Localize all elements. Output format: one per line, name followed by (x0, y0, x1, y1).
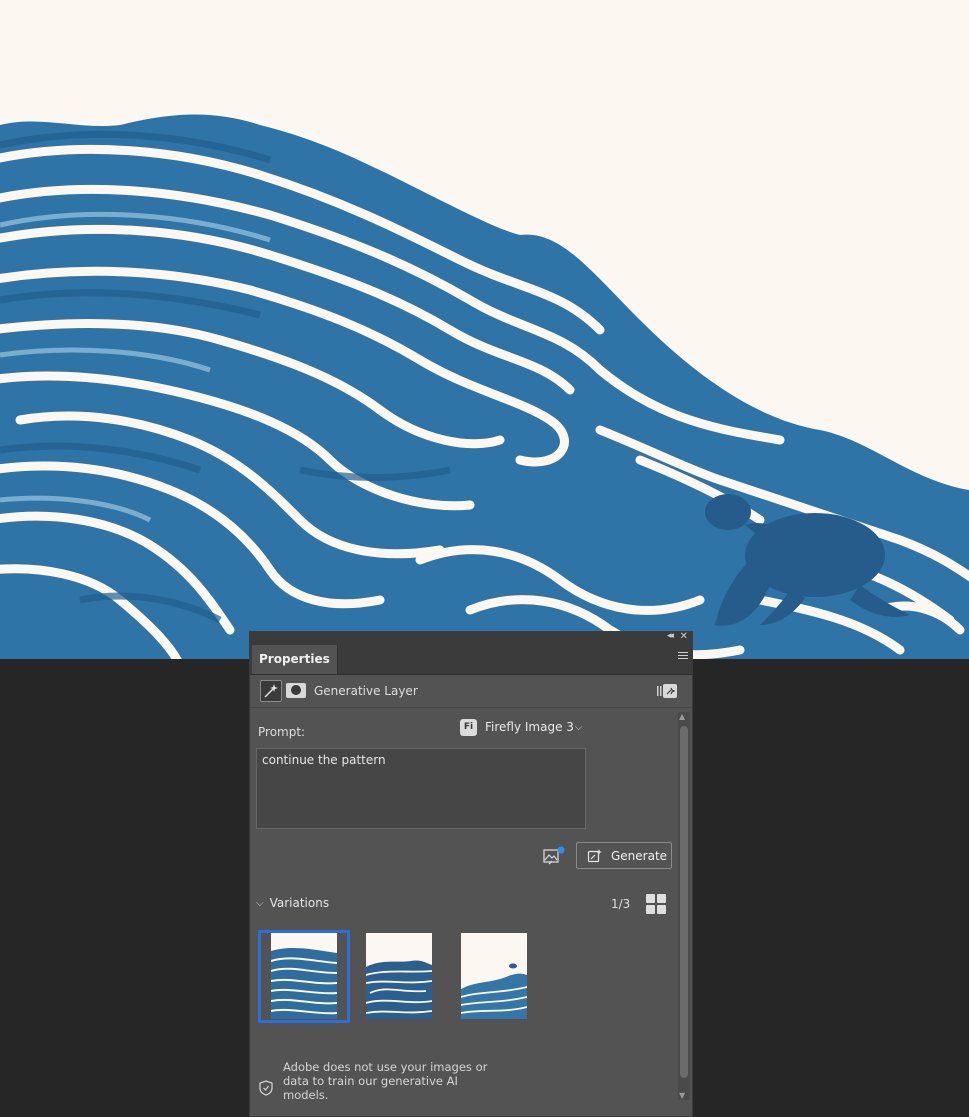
close-icon[interactable]: ✕ (680, 631, 688, 642)
scroll-up-icon[interactable]: ▲ (679, 712, 685, 721)
chevron-down-icon: ⌵ (256, 897, 264, 909)
hamburger-menu-icon[interactable] (678, 652, 688, 661)
scroll-down-icon[interactable]: ▼ (679, 1091, 685, 1100)
variation-thumbnail[interactable] (271, 933, 337, 1019)
generative-layer-icon[interactable] (260, 680, 282, 702)
variation-thumbnail[interactable] (461, 933, 527, 1019)
ai-training-disclaimer: Adobe does not use your images or data t… (283, 1060, 488, 1102)
prompt-label: Prompt: (258, 725, 306, 739)
layer-type-label: Generative Layer (314, 684, 418, 698)
generate-sparkle-icon (587, 848, 602, 862)
shield-icon (259, 1080, 273, 1096)
tab-properties[interactable]: Properties (252, 645, 338, 674)
model-dropdown[interactable]: Fi Firefly Image 3 ⌵ (460, 716, 583, 738)
scroll-thumb[interactable] (680, 726, 688, 1078)
layer-mask-icon[interactable] (286, 683, 306, 698)
variations-label: Variations (269, 896, 330, 910)
panel-title-bar: ◂◂ ✕ (250, 631, 692, 645)
chevron-down-icon: ⌵ (574, 721, 583, 733)
panel-scrollbar[interactable]: ▲ ▼ (678, 712, 690, 1100)
double-chevron-left-icon[interactable]: ◂◂ (667, 631, 674, 641)
generate-button[interactable]: Generate (576, 842, 672, 869)
document-canvas[interactable] (0, 0, 969, 659)
firefly-model-badge: Fi (460, 718, 477, 736)
panel-tab-row: Properties (250, 645, 692, 675)
prompt-textarea[interactable]: continue the pattern (256, 748, 586, 829)
wave-artwork (0, 114, 969, 659)
variation-thumbnail[interactable] (366, 933, 432, 1019)
convert-layer-icon[interactable] (656, 683, 678, 702)
variations-toggle[interactable]: ⌵ Variations (256, 896, 329, 910)
reference-image-icon[interactable] (543, 846, 565, 869)
layer-info-row: Generative Layer (250, 675, 692, 708)
grid-view-icon[interactable] (646, 894, 667, 915)
generate-label: Generate (611, 848, 668, 863)
properties-panel: ◂◂ ✕ Properties Generative Layer Prompt: (249, 631, 693, 1117)
model-name: Firefly Image 3 (485, 720, 574, 734)
variation-counter: 1/3 (611, 897, 631, 911)
